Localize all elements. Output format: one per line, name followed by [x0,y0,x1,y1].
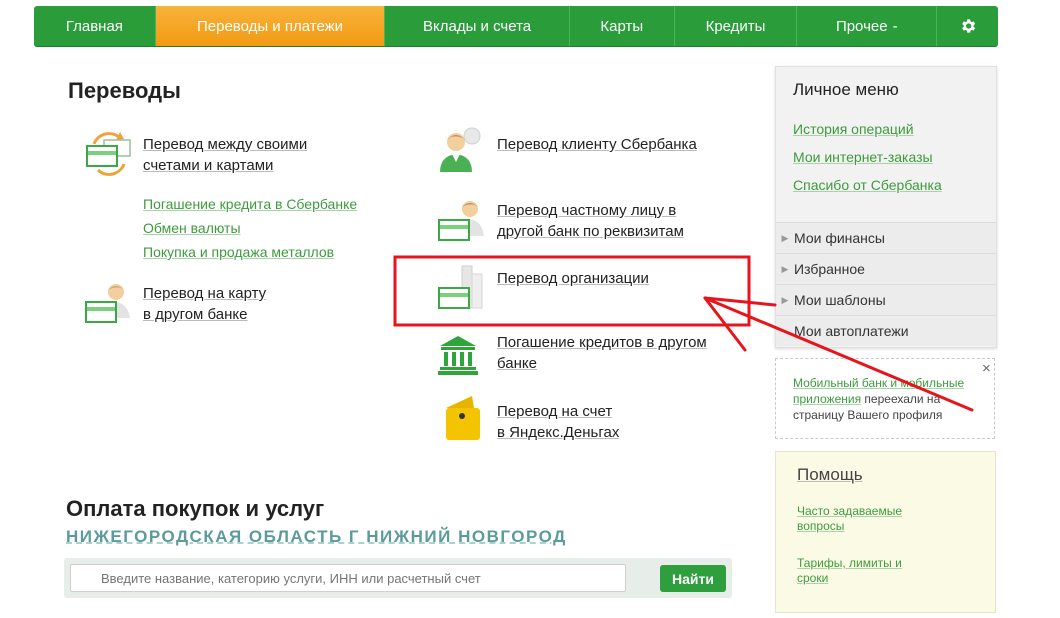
highlight-rectangle [393,255,751,327]
red-annotation-overlay [393,255,974,412]
annotation-arrow [703,296,974,412]
